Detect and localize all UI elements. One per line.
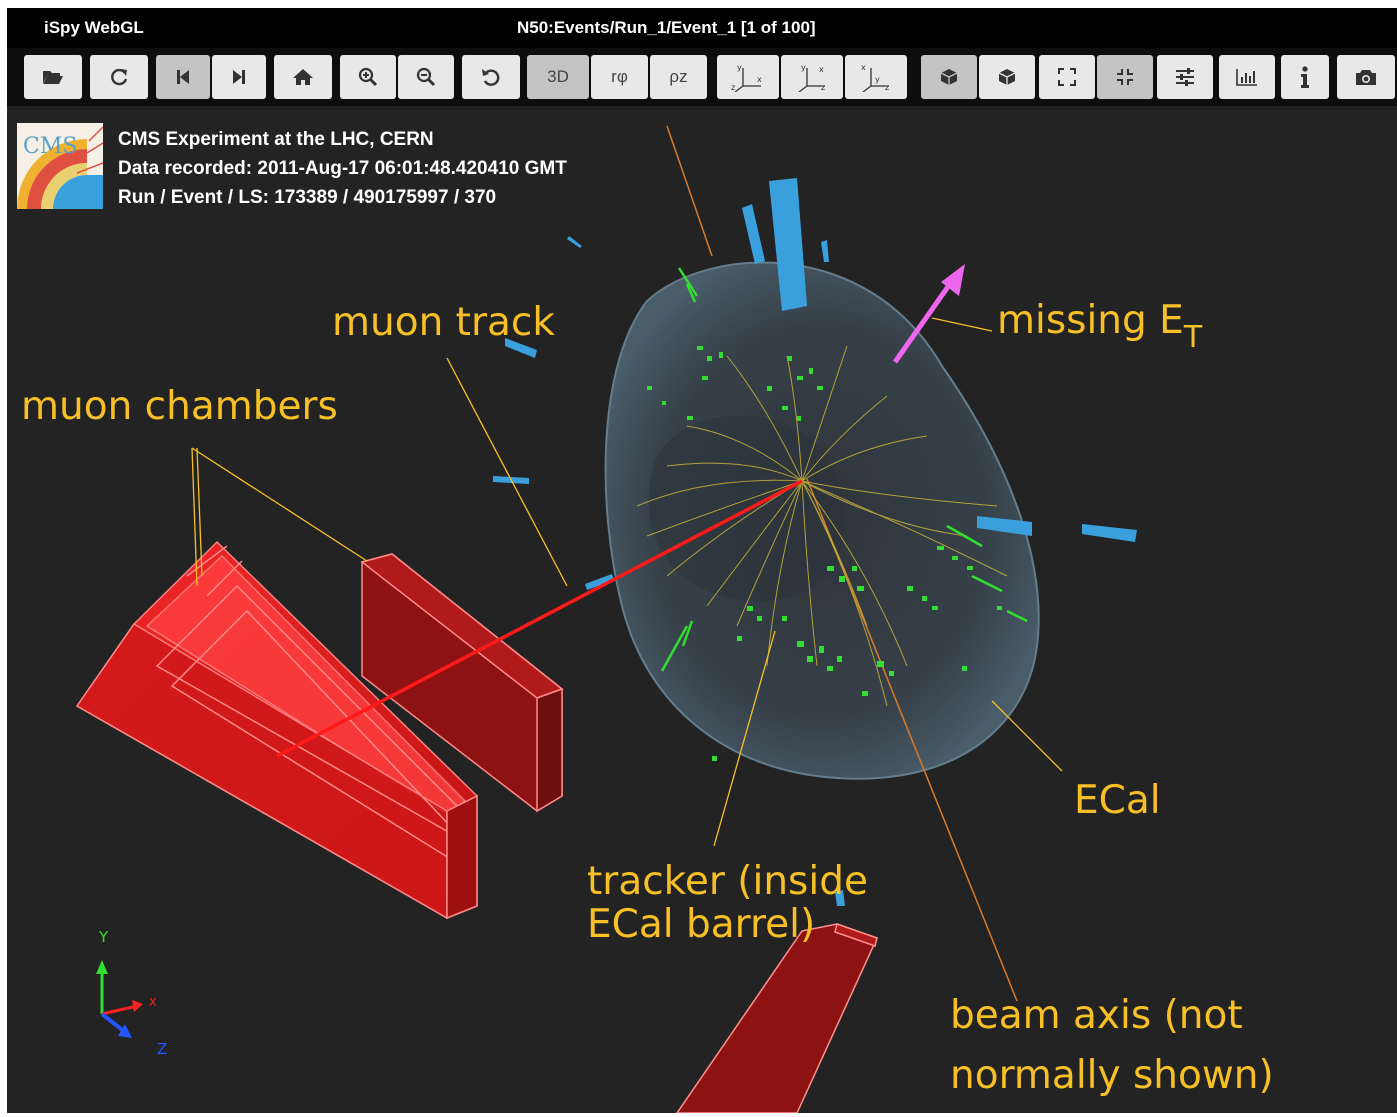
svg-text:x: x: [757, 75, 762, 84]
settings-button[interactable]: [1157, 55, 1213, 99]
view-rhoz-button[interactable]: ρz: [650, 55, 707, 99]
bottom-muon-chamber: [676, 923, 879, 1113]
view-zy-icon: xyz: [861, 63, 889, 92]
reload-icon: [111, 68, 128, 86]
tracker-annotation: tracker (inside ECal barrel): [587, 859, 868, 947]
perspective-icon: [940, 69, 958, 85]
event-info-panel: CMS CMS Experiment at the LHC, CERN Data…: [17, 123, 567, 212]
event-display-scene: [75, 125, 1137, 1113]
event-path-title: N50:Events/Run_1/Event_1 [1 of 100]: [517, 18, 816, 37]
run-event-label: Run / Event / LS: 173389 / 490175997 / 3…: [118, 187, 497, 208]
tracker-annotation-line2: ECal barrel): [587, 901, 816, 947]
orthographic-button[interactable]: [979, 55, 1035, 99]
open-file-button[interactable]: [24, 55, 82, 99]
axis-x-label: X: [149, 996, 157, 1009]
view-zy-button[interactable]: xyz: [845, 55, 907, 99]
missing-et-label: missing E: [997, 298, 1184, 343]
svg-text:z: z: [885, 83, 889, 92]
axes-gizmo: Y X Z: [96, 928, 167, 1058]
perspective-button[interactable]: [921, 55, 977, 99]
svg-text:z: z: [821, 83, 825, 92]
info-button[interactable]: [1281, 55, 1329, 99]
muon-track-annotation: muon track: [332, 300, 555, 345]
info-icon: [1301, 66, 1309, 88]
muon-chambers: [75, 540, 564, 920]
camera-icon: [1356, 70, 1376, 85]
view-xy-icon: y x z: [731, 63, 762, 92]
zoom-in-icon: [358, 67, 378, 87]
step-forward-icon: [233, 70, 245, 84]
beam-axis-line-upper: [666, 125, 713, 257]
cms-logo: CMS: [17, 123, 103, 209]
next-event-button[interactable]: [212, 55, 266, 99]
view-3d-button[interactable]: 3D: [527, 55, 589, 99]
previous-event-button[interactable]: [156, 55, 210, 99]
axis-x-line: [101, 1004, 138, 1016]
charts-button[interactable]: [1219, 55, 1275, 99]
svg-text:y: y: [737, 63, 742, 72]
zoom-in-button[interactable]: [340, 55, 396, 99]
muon-chambers-annotation: muon chambers: [21, 384, 338, 429]
svg-text:CMS: CMS: [23, 134, 77, 159]
step-backward-icon: [177, 70, 189, 84]
zoom-out-button[interactable]: [398, 55, 454, 99]
screenshot-button[interactable]: [1337, 55, 1395, 99]
beam-axis-annotation: beam axis (not normally shown): [950, 986, 1274, 1106]
3d-viewport[interactable]: CMS CMS Experiment at the LHC, CERN Data…: [7, 106, 1397, 1113]
svg-text:z: z: [731, 83, 735, 92]
toolbar: 3D rφ ρz yxz yxz xyz: [7, 48, 1397, 106]
experiment-label: CMS Experiment at the LHC, CERN: [118, 129, 434, 150]
svg-text:y: y: [875, 75, 880, 84]
missing-et-annotation: missing ET: [997, 298, 1202, 354]
view-xz-button[interactable]: y xz: [781, 55, 843, 99]
undo-icon: [482, 69, 500, 86]
missing-et-subscript: T: [1183, 320, 1203, 355]
svg-text:y: y: [801, 63, 806, 72]
beam-axis-annotation-line2: normally shown): [950, 1053, 1274, 1098]
chart-icon: [1236, 69, 1257, 86]
folder-open-icon: [43, 71, 63, 84]
axis-z-line: [100, 1012, 127, 1034]
zoom-out-icon: [416, 67, 436, 87]
ecal-annotation: ECal: [1074, 778, 1161, 823]
axis-y-label: Y: [98, 928, 109, 946]
view-xz-icon: y xz: [798, 63, 825, 92]
beam-axis-annotation-line1: beam axis (not: [950, 993, 1243, 1038]
data-recorded-label: Data recorded: 2011-Aug-17 06:01:48.4204…: [118, 158, 567, 179]
fullscreen-icon: [1058, 68, 1076, 86]
svg-text:x: x: [861, 63, 866, 72]
fullscreen-button[interactable]: [1039, 55, 1095, 99]
home-icon: [293, 69, 313, 85]
undo-button[interactable]: [462, 55, 520, 99]
exit-fullscreen-button[interactable]: [1097, 55, 1153, 99]
settings-sliders-icon: [1176, 68, 1194, 86]
axis-y-arrow: [96, 960, 108, 974]
svg-text:x: x: [819, 65, 824, 74]
orthographic-icon: [998, 69, 1016, 85]
view-rphi-button[interactable]: rφ: [591, 55, 648, 99]
title-bar: iSpy WebGL N50:Events/Run_1/Event_1 [1 o…: [7, 8, 1397, 48]
view-xy-button[interactable]: y x z: [717, 55, 779, 99]
axis-x-arrow: [132, 1000, 143, 1012]
reset-view-button[interactable]: [274, 55, 332, 99]
ispy-webgl-app: iSpy WebGL N50:Events/Run_1/Event_1 [1 o…: [7, 8, 1397, 1113]
app-title: iSpy WebGL: [44, 18, 144, 37]
event-info-text: CMS Experiment at the LHC, CERN Data rec…: [118, 125, 567, 212]
exit-fullscreen-icon: [1117, 69, 1133, 85]
reload-button[interactable]: [90, 55, 148, 99]
tracker-annotation-line1: tracker (inside: [587, 859, 868, 904]
axis-z-label: Z: [157, 1040, 167, 1058]
